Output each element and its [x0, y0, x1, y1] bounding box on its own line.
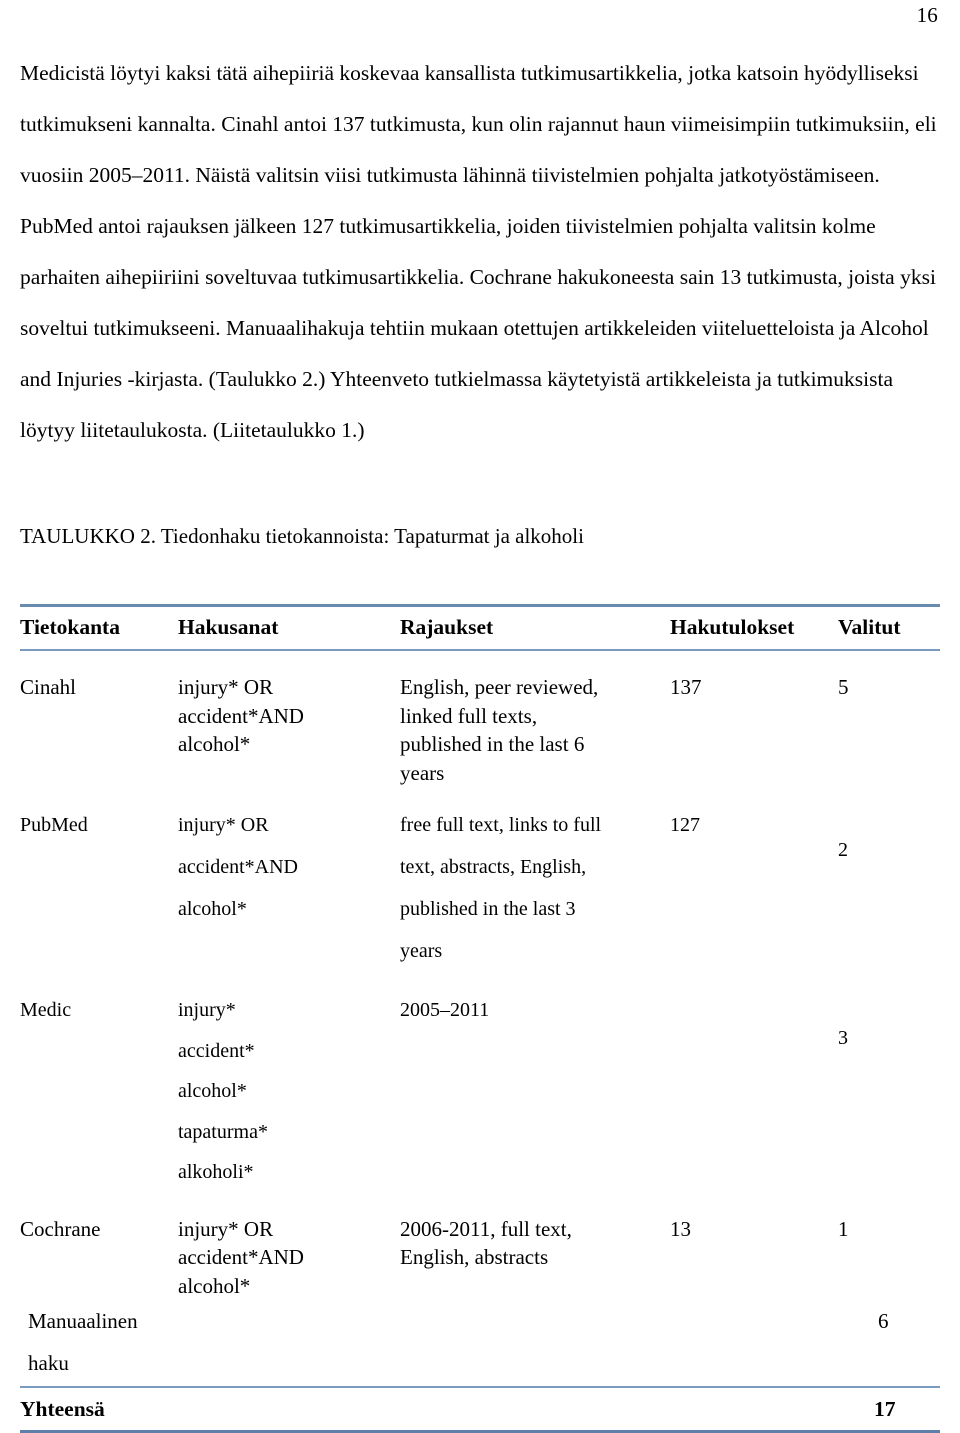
column-header-rajaukset: Rajaukset — [400, 615, 494, 639]
column-header-valitut: Valitut — [838, 615, 901, 639]
cell-total-results — [670, 1388, 838, 1430]
keyword-line: alcohol* — [178, 898, 247, 920]
cell-database: PubMed — [20, 814, 88, 836]
cell-total-selected: 17 — [874, 1397, 896, 1421]
cell-selected: 5 — [838, 675, 849, 699]
body-text-block: Medicistä löytyi kaksi tätä aihepiiriä k… — [20, 48, 940, 456]
table-grid: Tietokanta Hakusanat Rajaukset Hakutulok… — [20, 607, 940, 649]
cell-total-limits — [400, 1388, 670, 1430]
cell-database: Cinahl — [20, 675, 76, 699]
cell-selected: 2 — [838, 839, 848, 861]
keyword-line: accident*AND — [178, 703, 304, 728]
limit-line: English, abstracts — [400, 1245, 549, 1269]
keyword-line: injury* — [178, 999, 236, 1021]
cell-selected: 6 — [878, 1309, 889, 1333]
limit-line: linked full texts, — [400, 703, 538, 728]
keyword-line: injury* OR — [178, 814, 269, 836]
column-header-hakusanat: Hakusanat — [178, 615, 279, 639]
column-header-tietokanta: Tietokanta — [20, 615, 120, 639]
cell-selected: 3 — [838, 1027, 848, 1049]
cell-database: Cochrane — [20, 1216, 101, 1241]
cell-selected: 1 — [838, 1216, 849, 1241]
cell-results — [670, 978, 838, 1201]
cell-keywords: injury* accident* alcohol* tapaturma* al… — [178, 978, 400, 1201]
paragraph: Medicistä löytyi kaksi tätä aihepiiriä k… — [20, 61, 937, 442]
table-body: Cinahl injury* OR accident*AND alcohol* … — [20, 651, 940, 1386]
limit-line: text, abstracts, English, — [400, 856, 587, 878]
cell-keywords: injury* OR accident*AND alcohol* — [178, 651, 400, 791]
table-row: Manuaalinen haku 6 — [20, 1300, 940, 1386]
cell-keywords: injury* OR accident*AND alcohol* — [178, 1201, 400, 1301]
table-total-row: Yhteensä 17 — [20, 1388, 940, 1430]
limit-line: years — [400, 940, 443, 962]
cell-total-label: Yhteensä — [20, 1397, 105, 1421]
table-row: Cinahl injury* OR accident*AND alcohol* … — [20, 651, 940, 791]
cell-limits: free full text, links to full text, abst… — [400, 791, 670, 978]
keyword-line: tapaturma* — [178, 1120, 268, 1143]
cell-keywords: injury* OR accident*AND alcohol* — [178, 791, 400, 978]
table-total: Yhteensä 17 — [20, 1388, 940, 1430]
keyword-line: accident*AND — [178, 856, 298, 878]
limit-line: years — [400, 760, 445, 785]
cell-keywords — [178, 1300, 400, 1386]
table-row: PubMed injury* OR accident*AND alcohol* … — [20, 791, 940, 978]
cell-limits: 2005–2011 — [400, 978, 670, 1201]
search-table: Tietokanta Hakusanat Rajaukset Hakutulok… — [20, 604, 940, 1433]
table-caption: TAULUKKO 2. Tiedonhaku tietokannoista: T… — [20, 524, 584, 548]
keyword-line: accident* — [178, 1039, 255, 1062]
cell-results: 137 — [670, 675, 702, 699]
keyword-line: accident*AND — [178, 1245, 304, 1269]
cell-total-keywords — [178, 1388, 400, 1430]
limit-line: English, peer reviewed, — [400, 675, 599, 699]
cell-results: 127 — [670, 814, 700, 836]
limit-line: 2006-2011, full text, — [400, 1216, 572, 1241]
keyword-line: alcohol* — [178, 732, 251, 756]
keyword-line: injury* OR — [178, 675, 274, 699]
cell-results — [670, 1300, 838, 1386]
column-header-hakutulokset: Hakutulokset — [670, 615, 795, 639]
cell-limits: 2006-2011, full text, English, abstracts — [400, 1201, 670, 1301]
cell-database: Manuaalinen haku — [28, 1309, 138, 1375]
cell-limits — [400, 1300, 670, 1386]
limit-line: published in the last 6 — [400, 732, 585, 756]
table-header-row: Tietokanta Hakusanat Rajaukset Hakutulok… — [20, 607, 940, 649]
document-page: 16 Medicistä löytyi kaksi tätä aihepiiri… — [0, 0, 960, 1433]
table-row: Medic injury* accident* alcohol* tapatur… — [20, 978, 940, 1201]
keyword-line: alkoholi* — [178, 1161, 254, 1183]
page-number: 16 — [916, 3, 938, 27]
cell-results: 13 — [670, 1216, 691, 1241]
keyword-line: alcohol* — [178, 1273, 251, 1298]
keyword-line: alcohol* — [178, 1080, 247, 1102]
cell-limits: English, peer reviewed, linked full text… — [400, 651, 670, 791]
limit-line: 2005–2011 — [400, 999, 490, 1021]
cell-database: Medic — [20, 999, 72, 1021]
limit-line: published in the last 3 — [400, 898, 576, 920]
limit-line: free full text, links to full — [400, 814, 602, 836]
keyword-line: injury* OR — [178, 1216, 274, 1241]
table-row: Cochrane injury* OR accident*AND alcohol… — [20, 1201, 940, 1301]
